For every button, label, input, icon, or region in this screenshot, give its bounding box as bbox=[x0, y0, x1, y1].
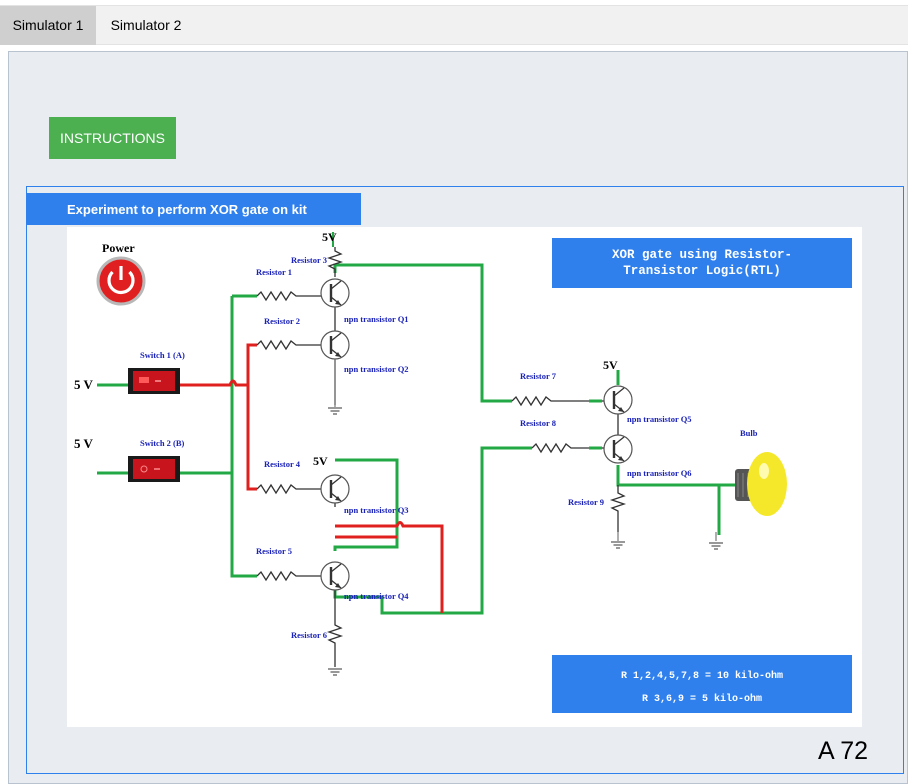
instructions-button[interactable]: INSTRUCTIONS bbox=[49, 117, 176, 159]
ground-icon bbox=[327, 668, 343, 676]
transistor-q2-symbol bbox=[319, 329, 351, 361]
input-5v-a-label: 5 V bbox=[74, 377, 94, 392]
resistor-2-label: Resistor 2 bbox=[264, 316, 300, 326]
transistor-q3-symbol bbox=[319, 473, 351, 505]
power-label: Power bbox=[102, 241, 135, 255]
ground-icon bbox=[610, 541, 626, 549]
tab-bar: Simulator 1 Simulator 2 bbox=[0, 5, 908, 45]
bulb-icon bbox=[719, 452, 787, 516]
xor-info-line-2: Transistor Logic(RTL) bbox=[623, 264, 781, 278]
bulb-label: Bulb bbox=[740, 428, 758, 438]
transistor-q6-label: npn transistor Q6 bbox=[627, 468, 692, 478]
xor-info-line-1: XOR gate using Resistor- bbox=[611, 248, 793, 262]
resistor-4-label: Resistor 4 bbox=[264, 459, 301, 469]
supply-5v-label-2: 5V bbox=[313, 454, 328, 468]
switch-a[interactable] bbox=[128, 368, 180, 394]
switch-1-label: Switch 1 (A) bbox=[140, 350, 185, 360]
resistor-7-label: Resistor 7 bbox=[520, 371, 557, 381]
xor-info-box: XOR gate using Resistor- Transistor Logi… bbox=[552, 238, 852, 288]
supply-5v-label-1: 5V bbox=[322, 230, 337, 244]
transistor-q4-symbol bbox=[319, 560, 351, 592]
circuit-canvas: Power 5 V 5 V 5V 5V 5V Switch 1 (A) Swit… bbox=[67, 227, 862, 727]
ground-icon bbox=[327, 407, 343, 415]
switch-2-label: Switch 2 (B) bbox=[140, 438, 185, 448]
resistance-line-1: R 1,2,4,5,7,8 = 10 kilo-ohm bbox=[620, 671, 784, 682]
resistor-6-label: Resistor 6 bbox=[291, 630, 327, 640]
transistor-q5-symbol bbox=[602, 384, 634, 416]
resistor-3-label: Resistor 3 bbox=[291, 255, 327, 265]
resistor-9-label: Resistor 9 bbox=[568, 497, 604, 507]
power-button[interactable] bbox=[96, 256, 146, 306]
transistor-q4-label: npn transistor Q4 bbox=[344, 591, 409, 601]
transistor-q3-label: npn transistor Q3 bbox=[344, 505, 409, 515]
experiment-title: Experiment to perform XOR gate on kit bbox=[27, 193, 361, 225]
input-5v-b-label: 5 V bbox=[74, 436, 94, 451]
transistor-q5-label: npn transistor Q5 bbox=[627, 414, 692, 424]
resistor-5-label: Resistor 5 bbox=[256, 546, 292, 556]
transistor-q1-label: npn transistor Q1 bbox=[344, 314, 409, 324]
transistor-q2-label: npn transistor Q2 bbox=[344, 364, 409, 374]
transistor-q6-symbol bbox=[602, 433, 634, 465]
resistance-info-box: R 1,2,4,5,7,8 = 10 kilo-ohm R 3,6,9 = 5 … bbox=[552, 655, 852, 713]
transistor-q1-symbol bbox=[319, 277, 351, 309]
resistor-1-label: Resistor 1 bbox=[256, 267, 292, 277]
ground-icon bbox=[708, 542, 724, 550]
switch-b[interactable] bbox=[128, 456, 180, 482]
supply-5v-label-3: 5V bbox=[603, 358, 618, 372]
tab-simulator-1[interactable]: Simulator 1 bbox=[0, 6, 96, 45]
circuit-diagram: Power 5 V 5 V 5V 5V 5V Switch 1 (A) Swit… bbox=[74, 230, 787, 676]
resistor-8-label: Resistor 8 bbox=[520, 418, 556, 428]
counter-label: A 72 bbox=[818, 737, 869, 765]
tab-simulator-2[interactable]: Simulator 2 bbox=[96, 6, 196, 45]
resistance-line-2: R 3,6,9 = 5 kilo-ohm bbox=[641, 694, 763, 705]
